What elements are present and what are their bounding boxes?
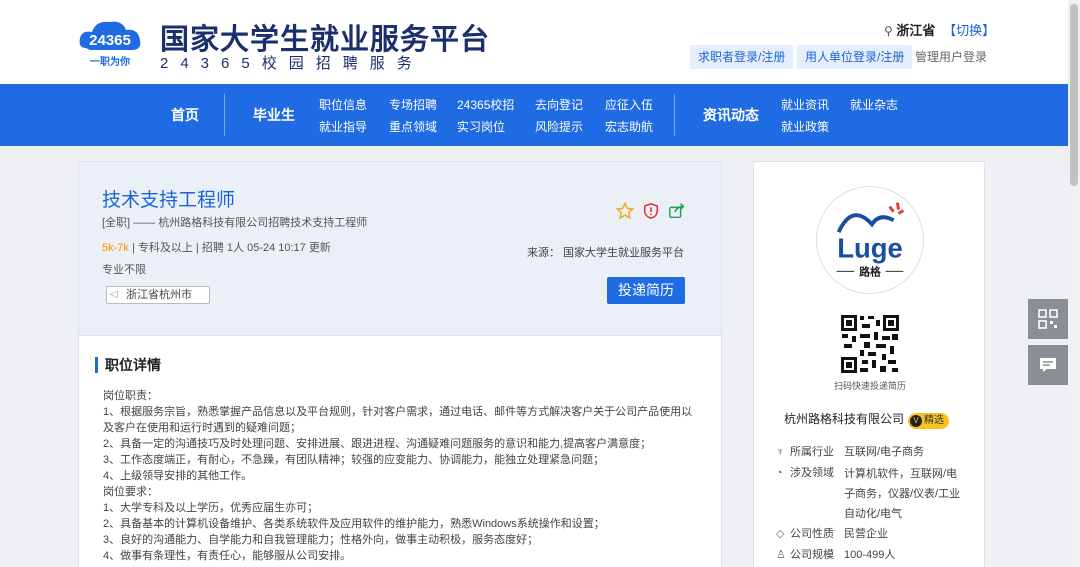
detail-line: 岗位要求： bbox=[103, 486, 158, 498]
report-shield-icon[interactable] bbox=[642, 202, 660, 220]
company-name-text[interactable]: 杭州路格科技有限公司 bbox=[784, 412, 904, 426]
size-value: 100-499人 bbox=[844, 549, 896, 561]
nature-label: 公司性质 bbox=[790, 528, 834, 540]
job-info: 5k-7k | 专科及以上 | 招聘 1人 05-24 10:17 更新 bbox=[102, 239, 331, 255]
star-icon[interactable] bbox=[616, 202, 634, 220]
field-label: 涉及领域 bbox=[790, 467, 834, 479]
nav-magazine[interactable]: 就业杂志 bbox=[850, 96, 898, 113]
nav-graduates[interactable]: 毕业生 bbox=[253, 105, 295, 125]
site-logo[interactable]: 24365 一职为你 bbox=[76, 18, 146, 68]
nav-24365-campus[interactable]: 24365校招 bbox=[457, 96, 514, 113]
region-selector: ⚲ 浙江省 【切换】 bbox=[884, 20, 995, 39]
message-icon bbox=[1040, 358, 1056, 372]
field-icon: ◔ bbox=[776, 467, 783, 479]
industry-label: 所属行业 bbox=[790, 446, 834, 458]
field-line: 自动化/电气 bbox=[844, 508, 903, 520]
share-icon[interactable] bbox=[668, 202, 686, 220]
nav-risk-warning[interactable]: 风险提示 bbox=[535, 118, 583, 135]
field-value: 计算机软件，互联网/电 子商务，仪器/仪表/工业 自动化/电气 bbox=[844, 464, 960, 524]
detail-line: 2、具备一定的沟通技巧及时处理问题、安排进展、跟进进程、沟通疑难问题服务的意识和… bbox=[103, 438, 652, 450]
detail-line: 4、上级领导安排的其他工作。 bbox=[103, 470, 253, 482]
page-scrollbar[interactable] bbox=[1068, 0, 1080, 567]
qr-caption: 扫码快速投递简历 bbox=[833, 381, 906, 391]
location-tag: ◁ 浙江省杭州市 bbox=[106, 286, 210, 304]
job-actions bbox=[616, 202, 686, 220]
nav-news[interactable]: 资讯动态 bbox=[703, 105, 759, 125]
job-summary-card: 技术支持工程师 [全职] —— 杭州路格科技有限公司招聘技术支持工程师 5k-7… bbox=[78, 161, 722, 336]
nav-home[interactable]: 首页 bbox=[171, 105, 199, 125]
nav-job-info[interactable]: 职位信息 bbox=[319, 96, 367, 113]
nature-value: 民营企业 bbox=[844, 528, 888, 540]
detail-line: 3、工作态度端正，有耐心，不急躁，有团队精神；较强的应变能力、协调能力，能独立处… bbox=[103, 454, 605, 466]
tag-arrow-icon: ◁ bbox=[110, 289, 118, 300]
nav-divider bbox=[674, 94, 675, 136]
detail-line: 2、具备基本的计算机设备维护、各类系统软件及应用软件的维护能力，熟悉Window… bbox=[103, 518, 605, 530]
logo-number: 24365 bbox=[89, 32, 131, 49]
nav-special-recruit[interactable]: 专场招聘 bbox=[389, 96, 437, 113]
detail-heading: 职位详情 bbox=[95, 357, 161, 373]
region-switch-link[interactable]: 【切换】 bbox=[943, 23, 995, 38]
company-name: 杭州路格科技有限公司 V 精选 bbox=[784, 410, 950, 429]
nav-employment-policy[interactable]: 就业政策 bbox=[781, 118, 829, 135]
seeker-login-button[interactable]: 求职者登录/注册 bbox=[690, 45, 794, 69]
job-detail-section: 职位详情 岗位职责： 1、根据服务宗旨，熟悉掌握产品信息以及平台规则，针对客户需… bbox=[78, 336, 722, 567]
region-name: 浙江省 bbox=[896, 23, 936, 38]
qr-code bbox=[840, 314, 900, 374]
industry-value: 互联网/电子商务 bbox=[844, 446, 925, 458]
main-nav: 首页 毕业生 职位信息 就业指导 专场招聘 重点领域 24365校招 实习岗位 … bbox=[0, 84, 1068, 146]
nav-career-guide[interactable]: 就业指导 bbox=[319, 118, 367, 135]
nav-destination-register[interactable]: 去向登记 bbox=[535, 96, 583, 113]
nav-internships[interactable]: 实习岗位 bbox=[457, 118, 505, 135]
nav-hongzhi[interactable]: 宏志助航 bbox=[605, 118, 653, 135]
logo-wordmark: Luge bbox=[837, 233, 903, 264]
logo-chinese: 路格 bbox=[859, 265, 881, 278]
job-major: 专业不限 bbox=[102, 264, 146, 276]
nav-enlistment[interactable]: 应征入伍 bbox=[605, 96, 653, 113]
company-size: ♙ 公司规模 100-499人 bbox=[776, 546, 895, 562]
detail-line: 4、做事有条理性，有责任心，能够服从公司安排。 bbox=[103, 550, 352, 562]
brand-subtitle: 24365校园招聘服务 bbox=[160, 55, 424, 72]
job-source: 来源： 国家大学生就业服务平台 bbox=[527, 247, 685, 259]
company-nature: ◇ 公司性质 民营企业 bbox=[776, 525, 888, 541]
featured-badge: V 精选 bbox=[908, 413, 950, 429]
detail-line: 3、良好的沟通能力、自学能力和自我管理能力；性格外向，做事主动积极，服务态度好； bbox=[103, 534, 539, 546]
detail-line: 岗位职责： bbox=[103, 390, 158, 402]
admin-login-link[interactable]: 管理用户登录 bbox=[915, 45, 987, 69]
detail-body: 岗位职责： 1、根据服务宗旨，熟悉掌握产品信息以及平台规则，针对客户需求，通过电… bbox=[103, 388, 703, 564]
badge-label: 精选 bbox=[924, 415, 945, 426]
field-line: 子商务，仪器/仪表/工业 bbox=[844, 488, 961, 500]
logo-slogan: 一职为你 bbox=[90, 55, 130, 68]
size-label: 公司规模 bbox=[790, 549, 834, 561]
apply-resume-button[interactable]: 投递简历 bbox=[607, 277, 685, 304]
detail-line: 1、大学专科及以上学历，优秀应届生亦可； bbox=[103, 502, 319, 514]
job-requirements-summary: | 专科及以上 | 招聘 1人 05-24 10:17 更新 bbox=[128, 242, 331, 254]
location-text: 浙江省杭州市 bbox=[126, 289, 192, 301]
scrollbar-thumb[interactable] bbox=[1070, 4, 1078, 186]
qr-float-button[interactable] bbox=[1028, 299, 1068, 339]
company-logo: Luge 路格 bbox=[816, 186, 924, 294]
company-field: ◔ 涉及领域 计算机软件，互联网/电 子商务，仪器/仪表/工业 自动化/电气 bbox=[776, 464, 960, 524]
company-industry: ♆ 所属行业 互联网/电子商务 bbox=[776, 443, 924, 459]
detail-line: 1、根据服务宗旨，熟悉掌握产品信息以及平台规则，针对客户需求，通过电话、邮件等方… bbox=[103, 406, 693, 434]
qr-small-icon bbox=[1038, 309, 1058, 329]
header: 24365 一职为你 国家大学生就业服务平台 24365校园招聘服务 ⚲ 浙江省… bbox=[0, 0, 1068, 84]
nav-employment-news[interactable]: 就业资讯 bbox=[781, 96, 829, 113]
job-title: 技术支持工程师 bbox=[102, 190, 236, 211]
v-badge-icon: V bbox=[910, 415, 923, 427]
feedback-float-button[interactable] bbox=[1028, 345, 1068, 385]
location-pin-icon: ⚲ bbox=[884, 24, 893, 38]
industry-icon: ♆ bbox=[776, 446, 785, 458]
tag-icon: ◇ bbox=[776, 528, 785, 540]
people-icon: ♙ bbox=[776, 549, 786, 561]
nav-key-fields[interactable]: 重点领域 bbox=[389, 118, 437, 135]
salary: 5k-7k bbox=[102, 242, 129, 254]
company-card: Luge 路格 扫码快速投递简历 杭州路格科技有限公司 V 精选 ♆ 所属行业 互联网… bbox=[753, 161, 985, 567]
job-meta: [全职] —— 杭州路格科技有限公司招聘技术支持工程师 bbox=[102, 217, 368, 229]
employer-login-button[interactable]: 用人单位登录/注册 bbox=[797, 45, 913, 69]
nav-divider bbox=[224, 94, 225, 136]
field-line: 计算机软件，互联网/电 bbox=[844, 468, 958, 480]
